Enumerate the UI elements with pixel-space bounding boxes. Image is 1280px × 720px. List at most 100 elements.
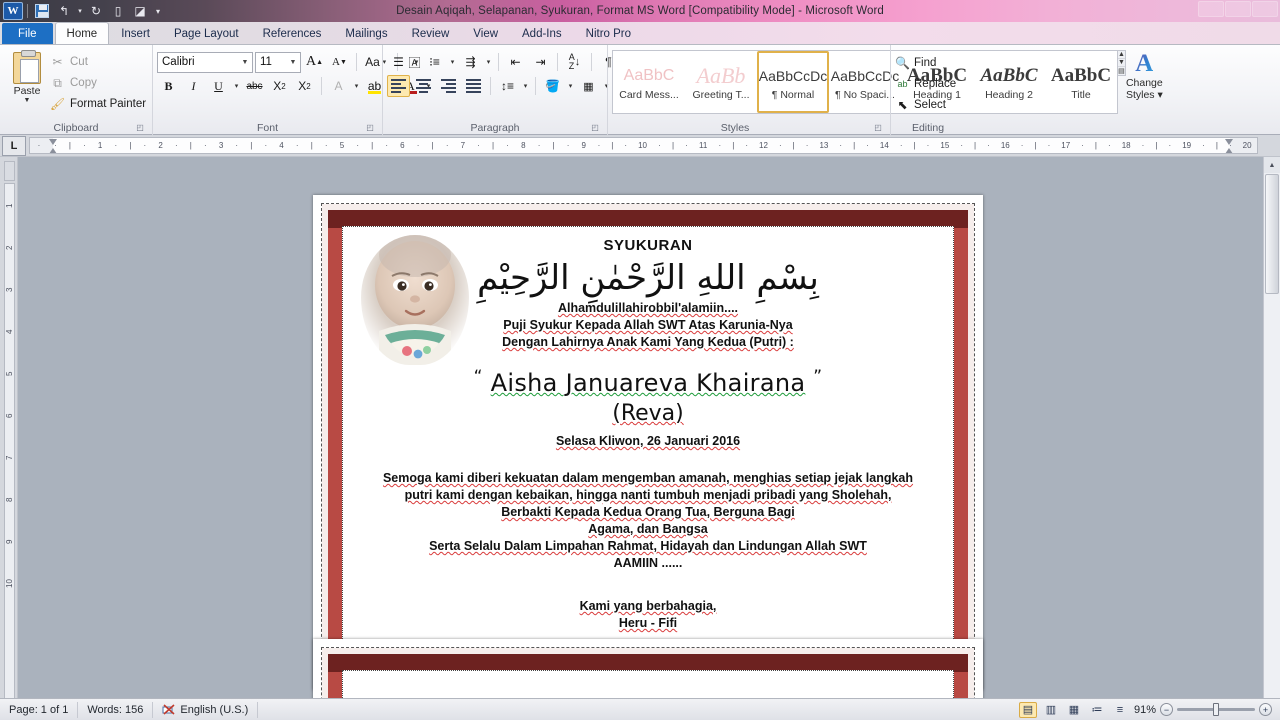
chevron-down-icon[interactable]: ▼ — [24, 97, 31, 104]
multilevel-dropdown-icon[interactable]: ▾ — [484, 58, 493, 66]
style-heading-2[interactable]: AaBbC Heading 2 — [973, 51, 1045, 113]
left-indent-marker[interactable] — [49, 139, 58, 153]
zoom-slider-track[interactable] — [1177, 703, 1255, 716]
word-logo-icon[interactable]: W — [3, 2, 23, 20]
select-button[interactable]: ⬉ Select — [895, 95, 946, 114]
style-title[interactable]: AaBbC Title — [1045, 51, 1117, 113]
tab-file[interactable]: File — [2, 23, 53, 44]
tab-stop-selector[interactable]: L — [2, 135, 26, 156]
view-full-screen-reading-icon[interactable]: ▥ — [1042, 702, 1060, 718]
align-center-button[interactable] — [412, 75, 435, 97]
find-button[interactable]: 🔍 Find — [895, 53, 936, 72]
tab-view[interactable]: View — [461, 22, 510, 44]
undo-dropdown-icon[interactable]: ▾ — [76, 2, 84, 21]
text-effects-button[interactable]: A — [327, 75, 350, 97]
open-icon[interactable]: ▯ — [108, 2, 128, 21]
increase-indent-button[interactable]: ⇥ — [529, 51, 552, 73]
shrink-font-button[interactable]: A ▼ — [328, 51, 351, 73]
vertical-ruler[interactable]: 1 2 3 4 5 6 7 8 9 10 — [0, 157, 18, 719]
close-button[interactable] — [1252, 1, 1278, 17]
zoom-control[interactable]: 91% − + — [1134, 703, 1272, 716]
italic-button[interactable]: I — [182, 75, 205, 97]
scroll-down-icon[interactable]: ▼ — [1118, 59, 1125, 67]
copy-button[interactable]: ⧉ Copy — [50, 74, 146, 92]
minimize-button[interactable] — [1198, 1, 1224, 17]
format-painter-button[interactable]: 🖌 Format Painter — [50, 95, 146, 113]
scroll-up-icon[interactable]: ▲ — [1118, 51, 1125, 59]
font-dialog-launcher-icon[interactable]: ◰ — [365, 123, 375, 133]
cut-button[interactable]: ✂ Cut — [50, 53, 146, 71]
numbering-button[interactable]: ⁝≡ — [423, 51, 446, 73]
zoom-level[interactable]: 91% — [1134, 704, 1156, 716]
shading-dropdown-icon[interactable]: ▾ — [566, 82, 575, 90]
save-icon[interactable] — [32, 2, 52, 21]
zoom-out-button[interactable]: − — [1160, 703, 1173, 716]
font-name-combo[interactable]: Calibri ▼ — [157, 51, 253, 73]
line-spacing-button[interactable]: ↕≡ — [496, 75, 519, 97]
style-greeting-text[interactable]: AaBb Greeting T... — [685, 51, 757, 113]
proofing-status[interactable]: English (U.S.) — [153, 701, 259, 718]
grow-font-button[interactable]: A ▲ — [303, 51, 326, 73]
horizontal-ruler[interactable]: · · | · 1 · | · 2 · | · 3 · | · 4 · | · 5 · | · 6 · | · 7 · | · 8 · | · 9 · | ·… — [29, 137, 1258, 154]
bullets-button[interactable]: ☰ — [387, 51, 410, 73]
text-effects-dropdown-icon[interactable]: ▾ — [352, 82, 361, 90]
borders-button[interactable]: ▦ — [577, 75, 600, 97]
quick-access-toolbar[interactable]: W ↰ ▾ ↻ ▯ ◪ ▾ — [0, 2, 164, 21]
style-normal[interactable]: AaBbCcDc ¶ Normal — [757, 51, 829, 113]
tab-nitro-pro[interactable]: Nitro Pro — [574, 22, 643, 44]
paragraph-dialog-launcher-icon[interactable]: ◰ — [590, 123, 600, 133]
styles-gallery-scroll[interactable]: ▲ ▼ ▤ — [1118, 50, 1126, 76]
numbering-dropdown-icon[interactable]: ▾ — [448, 58, 457, 66]
scroll-up-icon[interactable]: ▲ — [1264, 157, 1280, 173]
bullets-dropdown-icon[interactable]: ▾ — [412, 58, 421, 66]
replace-button[interactable]: ab Replace — [895, 74, 956, 93]
view-draft-icon[interactable]: ≡ — [1111, 702, 1129, 718]
scrollbar-thumb[interactable] — [1265, 174, 1279, 294]
vertical-scrollbar[interactable]: ▲ — [1263, 157, 1280, 719]
font-size-combo[interactable]: 11 ▼ — [255, 51, 301, 73]
align-right-button[interactable] — [437, 75, 460, 97]
tab-references[interactable]: References — [251, 22, 334, 44]
redo-icon[interactable]: ↻ — [86, 2, 106, 21]
view-web-layout-icon[interactable]: ▦ — [1065, 702, 1083, 718]
customize-qat-icon[interactable]: ▾ — [152, 2, 164, 21]
multilevel-list-button[interactable]: ⇶ — [459, 51, 482, 73]
justify-button[interactable] — [462, 75, 485, 97]
word-count[interactable]: Words: 156 — [78, 701, 154, 718]
document-page[interactable]: SYUKURAN بِسْمِ اللهِ الرَّحْمٰنِ الرَّح… — [313, 195, 983, 690]
style-card-message[interactable]: AaBbC Card Mess... — [613, 51, 685, 113]
underline-button[interactable]: U — [207, 75, 230, 97]
right-indent-marker[interactable] — [1225, 139, 1234, 153]
tab-add-ins[interactable]: Add-Ins — [510, 22, 574, 44]
subscript-button[interactable]: X2 — [268, 75, 291, 97]
tab-page-layout[interactable]: Page Layout — [162, 22, 251, 44]
styles-gallery[interactable]: AaBbC Card Mess... AaBb Greeting T... Aa… — [612, 50, 1118, 114]
styles-dialog-launcher-icon[interactable]: ◰ — [873, 123, 883, 133]
zoom-slider-thumb[interactable] — [1213, 703, 1219, 716]
view-outline-icon[interactable]: ≔ — [1088, 702, 1106, 718]
chevron-down-icon[interactable]: ▼ — [286, 59, 300, 66]
view-print-layout-icon[interactable]: ▤ — [1018, 701, 1037, 718]
tab-mailings[interactable]: Mailings — [333, 22, 399, 44]
change-styles-button[interactable]: A Change Styles ▾ — [1126, 50, 1163, 102]
more-styles-icon[interactable]: ▤ — [1118, 67, 1125, 75]
bold-button[interactable]: B — [157, 75, 180, 97]
window-controls[interactable] — [1198, 1, 1278, 17]
superscript-button[interactable]: X2 — [293, 75, 316, 97]
clipboard-dialog-launcher-icon[interactable]: ◰ — [135, 123, 145, 133]
line-spacing-dropdown-icon[interactable]: ▾ — [521, 82, 530, 90]
chevron-down-icon[interactable]: ▼ — [238, 59, 252, 66]
card-content[interactable]: SYUKURAN بِسْمِ اللهِ الرَّحْمٰنِ الرَّح… — [342, 226, 954, 647]
paste-button[interactable]: Paste ▼ — [4, 50, 50, 104]
align-left-button[interactable] — [387, 75, 410, 97]
undo-icon[interactable]: ↰ — [54, 2, 74, 21]
underline-dropdown-icon[interactable]: ▾ — [232, 82, 241, 90]
strikethrough-button[interactable]: abc — [243, 75, 266, 97]
document-area[interactable]: SYUKURAN بِسْمِ اللهِ الرَّحْمٰنِ الرَّح… — [18, 157, 1280, 719]
maximize-button[interactable] — [1225, 1, 1251, 17]
tab-insert[interactable]: Insert — [109, 22, 162, 44]
print-preview-icon[interactable]: ◪ — [130, 2, 150, 21]
invitation-card[interactable]: SYUKURAN بِسْمِ اللهِ الرَّحْمٰنِ الرَّح… — [322, 204, 974, 681]
zoom-in-button[interactable]: + — [1259, 703, 1272, 716]
sort-button[interactable]: A Z ↓ — [563, 51, 586, 73]
